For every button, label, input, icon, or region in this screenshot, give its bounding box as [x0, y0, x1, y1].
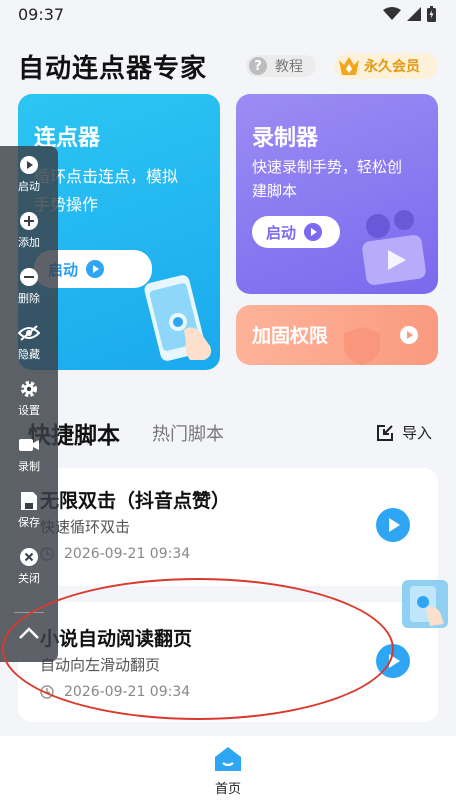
battery-icon — [427, 6, 436, 22]
vip-label: 永久会员 — [364, 59, 420, 75]
permission-card[interactable]: 加固权限 — [236, 305, 438, 365]
script-time: 2026-09-21 09:34 — [64, 546, 191, 562]
nav-home-label: 首页 — [214, 782, 241, 797]
bottom-nav: 首页 — [0, 736, 456, 810]
import-icon — [377, 424, 393, 441]
play-icon — [304, 223, 323, 241]
toolbar-save-button[interactable]: 保存 — [0, 482, 58, 536]
run-script-button[interactable] — [376, 508, 410, 542]
recorder-card-desc-1: 快速录制手势，轻松创 — [252, 158, 403, 176]
app-title: 自动连点器专家 — [18, 54, 208, 84]
vip-button[interactable]: 永久会员 — [334, 53, 438, 79]
script-title: 无限双击（抖音点赞） — [40, 490, 231, 512]
script-card-double-tap[interactable]: 无限双击（抖音点赞） 快速循环双击 2026-09-21 09:34 — [18, 468, 438, 586]
toolbar-delete-button[interactable]: 删除 — [0, 258, 58, 312]
tutorial-label: 教程 — [275, 59, 303, 75]
toolbar-record-button[interactable]: 录制 — [0, 426, 58, 480]
toolbar-delete-label: 删除 — [18, 292, 40, 305]
script-time: 2026-09-21 09:34 — [64, 684, 191, 700]
toolbar-start-button[interactable]: 启动 — [0, 146, 58, 200]
signal-icon — [407, 7, 421, 21]
toolbar-add-label: 添加 — [18, 236, 40, 249]
home-icon — [215, 747, 241, 771]
shield-icon — [344, 327, 380, 365]
recorder-start-button[interactable]: 启动 — [252, 216, 340, 248]
recorder-start-label: 启动 — [266, 223, 297, 242]
close-icon — [18, 546, 40, 568]
gear-icon — [18, 378, 40, 400]
script-time-row: 2026-09-21 09:34 — [40, 546, 190, 562]
nav-home[interactable]: 首页 — [196, 746, 260, 806]
recorder-card[interactable]: 录制器 快速录制手势，轻松创 建脚本 启动 — [236, 94, 438, 294]
video-camera-icon — [18, 434, 40, 456]
permission-play-icon — [400, 326, 418, 344]
floating-toolbar: 启动 添加 删除 隐藏 设置 录制 保存 关闭 — [0, 146, 58, 662]
toolbar-save-label: 保存 — [18, 516, 40, 529]
toolbar-record-label: 录制 — [18, 460, 40, 473]
import-button[interactable]: 导入 — [376, 422, 432, 443]
recorder-card-title: 录制器 — [252, 126, 319, 151]
minus-icon — [18, 266, 40, 288]
eye-off-icon — [18, 322, 40, 344]
play-icon — [86, 260, 105, 278]
clock-icon — [40, 685, 54, 699]
play-icon — [389, 654, 400, 668]
script-time-row: 2026-09-21 09:34 — [40, 684, 190, 700]
tab-hot-scripts[interactable]: 热门脚本 — [152, 420, 224, 446]
plus-icon — [18, 210, 40, 232]
play-icon — [389, 518, 400, 532]
save-icon — [18, 490, 40, 512]
phone-tap-illustration — [144, 275, 212, 361]
toolbar-start-label: 启动 — [18, 180, 40, 193]
wifi-icon — [383, 7, 401, 20]
recorder-card-desc-2: 建脚本 — [252, 182, 298, 200]
play-icon — [18, 154, 40, 176]
camera-illustration — [362, 210, 426, 285]
toolbar-settings-button[interactable]: 设置 — [0, 370, 58, 424]
toolbar-divider — [14, 612, 44, 613]
tutorial-button[interactable]: ? 教程 — [246, 55, 316, 77]
chevron-up-icon[interactable] — [18, 626, 40, 640]
run-script-button[interactable] — [376, 644, 410, 678]
script-title: 小说自动阅读翻页 — [40, 628, 193, 650]
floating-clicker-widget[interactable] — [402, 580, 448, 628]
toolbar-add-button[interactable]: 添加 — [0, 202, 58, 256]
toolbar-settings-label: 设置 — [18, 404, 40, 417]
status-icons — [383, 6, 436, 22]
status-bar: 09:37 — [0, 0, 456, 30]
toolbar-close-label: 关闭 — [18, 572, 40, 585]
import-label: 导入 — [402, 424, 433, 442]
toolbar-hide-label: 隐藏 — [18, 348, 40, 361]
script-card-novel-page-turn[interactable]: 小说自动阅读翻页 自动向左滑动翻页 2026-09-21 09:34 — [18, 602, 438, 722]
script-desc: 自动向左滑动翻页 — [40, 656, 161, 674]
status-time: 09:37 — [18, 5, 65, 24]
help-icon: ? — [249, 57, 267, 75]
toolbar-hide-button[interactable]: 隐藏 — [0, 314, 58, 368]
permission-card-title: 加固权限 — [252, 325, 329, 347]
toolbar-close-button[interactable]: 关闭 — [0, 538, 58, 592]
crown-icon — [339, 57, 359, 75]
